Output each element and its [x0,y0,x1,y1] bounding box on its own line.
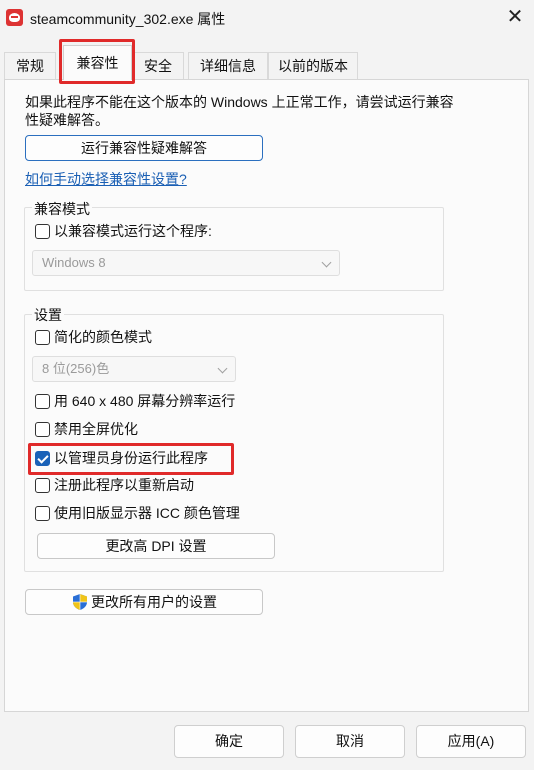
register-restart-label: 注册此程序以重新启动 [54,477,194,493]
intro-text: 如果此程序不能在这个版本的 Windows 上正常工作，请尝试运行兼容性疑难解答… [25,94,454,128]
register-restart-checkbox[interactable] [35,477,50,493]
reduced-color-row[interactable]: 简化的颜色模式 [35,327,152,347]
reduced-color-label: 简化的颜色模式 [54,329,152,345]
chevron-down-icon [321,257,332,268]
tab-general[interactable]: 常规 [4,52,56,79]
register-restart-row[interactable]: 注册此程序以重新启动 [35,475,194,495]
compat-mode-title: 兼容模式 [32,199,92,219]
run-as-admin-row[interactable]: 以管理员身份运行此程序 [35,448,208,468]
legacy-icc-row[interactable]: 使用旧版显示器 ICC 颜色管理 [35,503,240,523]
color-depth-select: 8 位(256)色 [32,356,236,382]
apply-button[interactable]: 应用(A) [416,725,526,758]
res-640-checkbox[interactable] [35,393,50,409]
change-all-users-button[interactable]: 更改所有用户的设置 [25,589,263,615]
app-icon [6,9,23,26]
os-version-select: Windows 8 [32,250,340,276]
title-bar: steamcommunity_302.exe 属性 ✕ [0,0,534,36]
compat-mode-label: 以兼容模式运行这个程序: [54,223,212,239]
properties-window: steamcommunity_302.exe 属性 ✕ 常规 兼容性 安全 详细… [0,0,534,770]
manual-settings-link[interactable]: 如何手动选择兼容性设置? [25,169,187,189]
tab-previous-versions[interactable]: 以前的版本 [268,52,358,79]
compat-mode-group [24,207,444,291]
uac-shield-icon [73,594,87,610]
legacy-icc-label: 使用旧版显示器 ICC 颜色管理 [54,505,240,521]
settings-title: 设置 [32,305,64,325]
window-title: steamcommunity_302.exe 属性 [30,11,226,27]
close-icon[interactable]: ✕ [503,4,527,30]
res-640-label: 用 640 x 480 屏幕分辨率运行 [54,393,236,409]
run-as-admin-checkbox[interactable] [35,450,50,466]
res-640-row[interactable]: 用 640 x 480 屏幕分辨率运行 [35,391,235,411]
ok-button[interactable]: 确定 [174,725,284,758]
change-dpi-button[interactable]: 更改高 DPI 设置 [37,533,275,559]
reduced-color-checkbox[interactable] [35,329,50,345]
change-all-users-label: 更改所有用户的设置 [91,594,217,610]
disable-fullscreen-label: 禁用全屏优化 [54,421,138,437]
run-as-admin-label: 以管理员身份运行此程序 [54,450,208,466]
tab-security[interactable]: 安全 [132,52,184,79]
compat-mode-checkbox[interactable] [35,223,50,239]
disable-fullscreen-checkbox[interactable] [35,421,50,437]
tab-compatibility[interactable]: 兼容性 [63,45,132,80]
compat-mode-checkbox-row[interactable]: 以兼容模式运行这个程序: [35,221,212,241]
disable-fullscreen-row[interactable]: 禁用全屏优化 [35,419,138,439]
tab-details[interactable]: 详细信息 [188,52,268,79]
legacy-icc-checkbox[interactable] [35,505,50,521]
color-depth-value: 8 位(256)色 [42,361,110,376]
run-troubleshooter-button[interactable]: 运行兼容性疑难解答 [25,135,263,161]
os-version-value: Windows 8 [42,255,106,270]
chevron-down-icon [217,363,228,374]
cancel-button[interactable]: 取消 [295,725,405,758]
